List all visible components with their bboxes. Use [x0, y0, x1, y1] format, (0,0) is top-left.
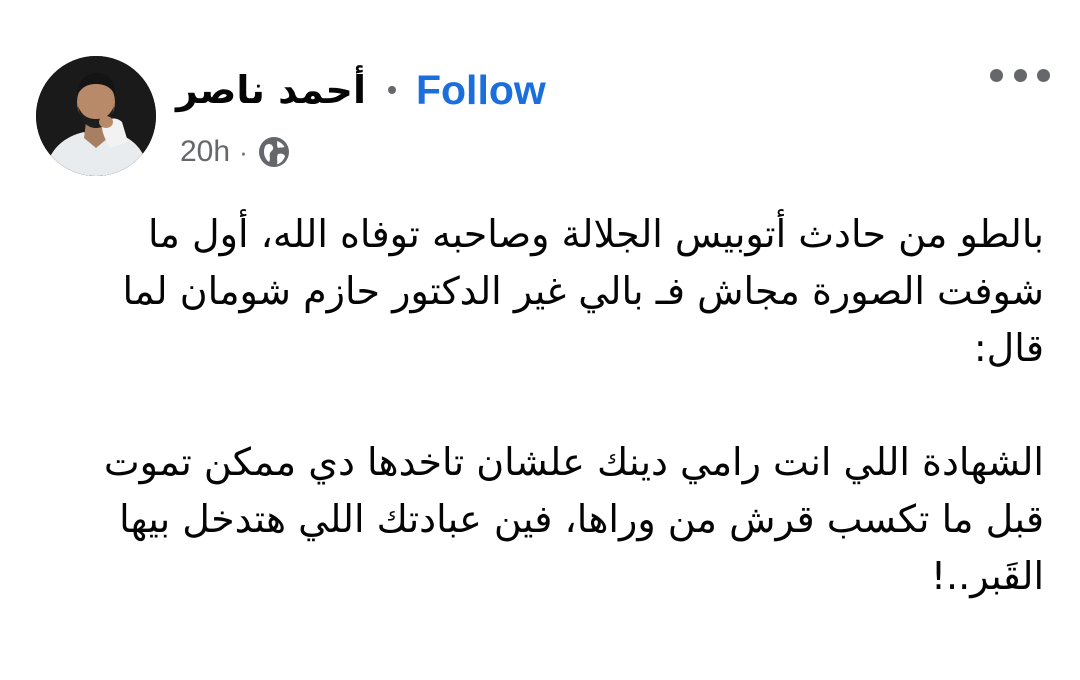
post-paragraph: الشهادة اللي انت رامي دينك علشان تاخدها … [44, 434, 1044, 605]
post-line: الشهادة اللي انت رامي دينك علشان تاخدها … [103, 440, 1044, 484]
more-options-icon[interactable] [990, 62, 1050, 88]
post-line: القَبر..! [930, 554, 1044, 598]
avatar-photo-icon [36, 56, 156, 176]
post-timestamp[interactable]: 20h [180, 135, 230, 169]
post-line: شوفت الصورة مجاش فـ بالي غير الدكتور حاز… [122, 269, 1045, 313]
globe-icon[interactable] [257, 135, 291, 169]
meta-separator: · [239, 136, 248, 167]
more-dot [1037, 68, 1050, 82]
post-meta: 20h · [180, 130, 291, 174]
post-line: بالطو من حادث أتوبيس الجلالة وصاحبه توفا… [147, 212, 1044, 256]
more-dot [1013, 68, 1027, 82]
follow-button[interactable]: Follow [416, 60, 546, 120]
post-line: قبل ما تكسب قرش من وراها، فين عبادتك الل… [119, 497, 1044, 541]
post-paragraph: بالطو من حادث أتوبيس الجلالة وصاحبه توفا… [44, 206, 1045, 377]
post-body: بالطو من حادث أتوبيس الجلالة وصاحبه توفا… [44, 206, 1044, 605]
author-name[interactable]: أحمد ناصر [176, 60, 366, 120]
more-dot [990, 68, 1003, 82]
author-avatar[interactable] [36, 56, 156, 176]
post-line: قال: [973, 326, 1044, 370]
facebook-post: أحمد ناصر Follow 20h · بالطو من حادث أتو… [0, 0, 1080, 680]
header-separator-dot [387, 86, 396, 94]
post-header: أحمد ناصر Follow [176, 60, 546, 120]
